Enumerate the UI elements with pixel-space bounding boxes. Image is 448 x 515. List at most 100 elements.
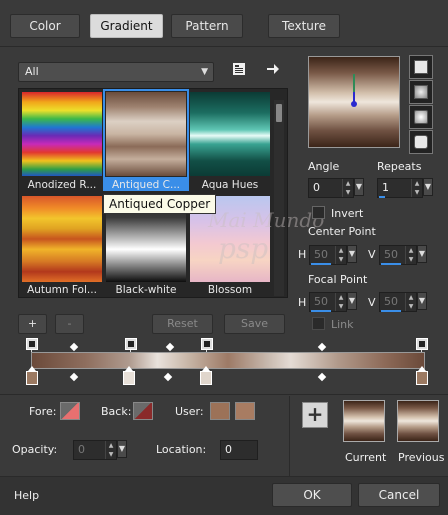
fore-swatch[interactable]	[60, 402, 80, 420]
opacity-midpoint[interactable]	[69, 342, 79, 352]
opacity-midpoint[interactable]	[317, 342, 327, 352]
opacity-label: Opacity:	[12, 443, 58, 456]
opacity-stop[interactable]	[125, 338, 137, 350]
linear-style-button[interactable]	[409, 55, 433, 79]
focal-point-label: Focal Point	[308, 273, 368, 286]
focal-v-input[interactable]: 50 ▲ ▼	[379, 292, 417, 312]
cancel-button[interactable]: Cancel	[358, 483, 440, 507]
tab-texture[interactable]: Texture	[268, 14, 340, 38]
center-h-label: H	[298, 248, 307, 261]
gradient-label: Black-white	[115, 284, 177, 296]
color-stop[interactable]	[416, 366, 428, 385]
color-stop[interactable]	[26, 366, 38, 385]
tab-gradient[interactable]: Gradient	[90, 14, 163, 38]
spin-arrows-icon[interactable]: ▲ ▼	[411, 179, 422, 197]
invert-checkbox[interactable]	[312, 206, 325, 219]
angle-input[interactable]: 0 ▲ ▼	[308, 178, 354, 198]
chevron-down-icon: ▼	[201, 67, 208, 77]
radial-style-button[interactable]	[409, 130, 433, 154]
tab-pattern[interactable]: Pattern	[171, 14, 243, 38]
link-checkbox[interactable]	[312, 317, 325, 330]
library-scrollbar[interactable]	[274, 100, 284, 296]
help-link[interactable]: Help	[14, 489, 39, 502]
rectangular-style-button[interactable]	[409, 80, 433, 104]
category-dropdown[interactable]: All ▼	[18, 62, 214, 82]
focal-v-dropdown[interactable]: ▼	[417, 292, 427, 310]
add-stop-button[interactable]: +	[18, 314, 47, 334]
center-h-slider[interactable]	[311, 263, 331, 265]
location-input[interactable]: 0	[220, 440, 258, 460]
sunburst-style-button[interactable]	[409, 105, 433, 129]
opacity-midpoint[interactable]	[165, 342, 175, 352]
gradient-thumb-aqua[interactable]	[190, 92, 270, 176]
library-scrollbar-thumb[interactable]	[276, 104, 282, 122]
repeats-label: Repeats	[377, 160, 422, 173]
color-midpoint[interactable]	[163, 372, 173, 382]
center-v-input[interactable]: 50 ▲ ▼	[379, 245, 417, 265]
center-v-slider[interactable]	[381, 263, 401, 265]
add-swatch-button[interactable]: +	[302, 402, 328, 428]
focal-h-dropdown[interactable]: ▼	[347, 292, 357, 310]
angle-dropdown[interactable]: ▼	[354, 178, 364, 196]
spin-arrows-icon[interactable]: ▲ ▼	[335, 293, 346, 311]
gradient-thumb-antiqued-copper[interactable]	[106, 92, 186, 176]
repeats-value: 1	[382, 181, 389, 194]
gradient-label: Aqua Hues	[201, 179, 259, 191]
focal-v-slider[interactable]	[381, 310, 401, 312]
focal-v-label: V	[368, 296, 376, 309]
opacity-value: 0	[78, 443, 85, 456]
color-midpoint[interactable]	[69, 372, 79, 382]
opacity-stop[interactable]	[26, 338, 38, 350]
color-stop[interactable]	[200, 366, 212, 385]
gradient-editor-bar[interactable]	[31, 352, 425, 369]
focal-h-label: H	[298, 296, 307, 309]
center-point-label: Center Point	[308, 225, 376, 238]
opacity-stop[interactable]	[201, 338, 213, 350]
opacity-dropdown[interactable]: ▼	[117, 440, 127, 458]
save-button[interactable]: Save	[224, 314, 285, 334]
color-stop[interactable]	[123, 366, 135, 385]
previous-swatch[interactable]	[397, 400, 439, 442]
tab-color[interactable]: Color	[10, 14, 80, 38]
gradient-thumb-anodized[interactable]	[22, 92, 102, 176]
color-midpoint[interactable]	[317, 372, 327, 382]
user-label: User:	[175, 405, 204, 418]
center-v-value: 50	[384, 248, 398, 261]
ok-button[interactable]: OK	[272, 483, 352, 507]
opacity-stop[interactable]	[416, 338, 428, 350]
current-swatch[interactable]	[343, 400, 385, 442]
gradient-thumb-autumn[interactable]	[22, 196, 102, 282]
location-value: 0	[225, 443, 232, 456]
center-h-input[interactable]: 50 ▲ ▼	[309, 245, 347, 265]
opacity-input[interactable]: 0 ▲ ▼	[73, 440, 117, 460]
spin-arrows-icon[interactable]: ▲ ▼	[405, 246, 416, 264]
angle-handle[interactable]	[344, 72, 364, 112]
center-v-dropdown[interactable]: ▼	[417, 245, 427, 263]
user-color-swatch[interactable]	[210, 402, 230, 420]
repeats-input[interactable]: 1 ▲ ▼	[377, 178, 423, 198]
repeats-slider[interactable]	[379, 196, 385, 198]
invert-label: Invert	[331, 207, 364, 220]
fore-label: Fore:	[29, 405, 57, 418]
user-color-swatch[interactable]	[235, 402, 255, 420]
focal-h-input[interactable]: 50 ▲ ▼	[309, 292, 347, 312]
spin-arrows-icon[interactable]: ▲ ▼	[342, 179, 353, 197]
spin-arrows-icon[interactable]: ▲ ▼	[335, 246, 346, 264]
center-h-dropdown[interactable]: ▼	[347, 245, 357, 263]
location-label: Location:	[156, 443, 207, 456]
gradient-label: Autumn Fol...	[27, 284, 97, 296]
center-h-value: 50	[314, 248, 328, 261]
spin-arrows-icon[interactable]: ▲ ▼	[105, 441, 116, 459]
gradient-label-selected: Antiqued C...	[103, 179, 189, 191]
arrow-right-icon[interactable]	[266, 62, 280, 76]
focal-v-value: 50	[384, 295, 398, 308]
list-view-icon[interactable]	[232, 62, 246, 76]
focal-h-slider[interactable]	[311, 310, 331, 312]
remove-stop-button[interactable]: -	[55, 314, 84, 334]
repeats-dropdown[interactable]: ▼	[423, 178, 433, 196]
tooltip: Antiqued Copper	[103, 194, 217, 214]
reset-button[interactable]: Reset	[152, 314, 213, 334]
back-swatch[interactable]	[133, 402, 153, 420]
spin-arrows-icon[interactable]: ▲ ▼	[405, 293, 416, 311]
gradient-label: Blossom	[207, 284, 253, 296]
